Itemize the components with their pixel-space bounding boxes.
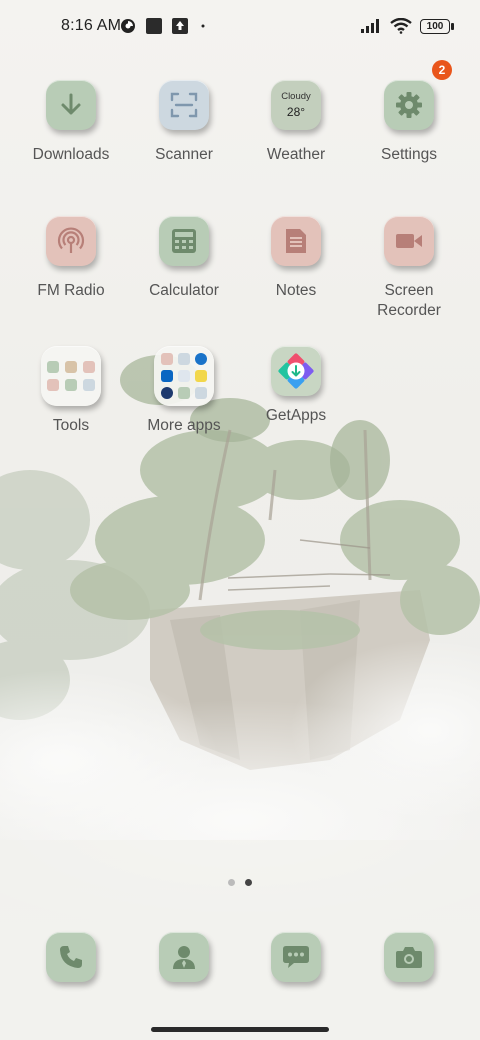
messages-icon bbox=[283, 946, 309, 968]
app-scanner[interactable]: Scanner bbox=[128, 80, 240, 165]
dock-contacts[interactable] bbox=[128, 932, 240, 982]
mini-app-icon bbox=[161, 370, 173, 382]
mini-app-icon bbox=[178, 353, 190, 365]
data-saver-icon bbox=[121, 19, 135, 33]
mini-app-icon bbox=[83, 379, 95, 391]
mini-app-icon bbox=[161, 387, 173, 399]
wifi-icon bbox=[390, 18, 412, 34]
mini-app-icon bbox=[161, 353, 173, 365]
tools-folder-tile[interactable] bbox=[41, 346, 101, 406]
app-calculator[interactable]: Calculator bbox=[128, 216, 240, 301]
page-dot-active[interactable] bbox=[245, 879, 252, 886]
getapps-tile[interactable] bbox=[271, 346, 321, 396]
dot-icon bbox=[201, 24, 205, 28]
settings-tile[interactable] bbox=[384, 80, 434, 130]
mini-app-icon bbox=[195, 370, 207, 382]
status-bar: 8:16 AM 100 bbox=[0, 0, 480, 56]
mini-app-icon bbox=[65, 361, 77, 373]
page-dot[interactable] bbox=[228, 879, 235, 886]
mini-app-icon bbox=[195, 387, 207, 399]
notes-tile[interactable] bbox=[271, 216, 321, 266]
weather-condition: Cloudy bbox=[281, 91, 311, 102]
mini-app-icon bbox=[47, 379, 59, 391]
dock-phone[interactable] bbox=[15, 932, 127, 982]
settings-notification-badge: 2 bbox=[432, 60, 452, 80]
scan-frame-icon bbox=[170, 92, 198, 118]
app-label-fm-radio: FM Radio bbox=[37, 282, 105, 299]
more-apps-folder-tile[interactable] bbox=[154, 346, 214, 406]
battery-level: 100 bbox=[426, 20, 444, 32]
phone-tile[interactable] bbox=[46, 932, 96, 982]
dock-camera[interactable] bbox=[353, 932, 465, 982]
status-right-icons: 100 bbox=[360, 18, 454, 34]
notes-icon bbox=[286, 229, 306, 253]
download-arrow-icon bbox=[61, 93, 81, 115]
weather-tile[interactable]: Cloudy 28° bbox=[271, 80, 321, 130]
mini-app-icon bbox=[83, 361, 95, 373]
weather-temperature: 28° bbox=[286, 105, 306, 119]
mini-app-icon bbox=[65, 379, 77, 391]
contacts-tile[interactable] bbox=[159, 932, 209, 982]
app-weather[interactable]: Cloudy 28° Weather bbox=[240, 80, 352, 165]
upload-icon bbox=[172, 18, 188, 34]
app-label-screen-recorder: Screen Recorder bbox=[377, 282, 441, 319]
camera-icon bbox=[396, 947, 422, 968]
app-fm-radio[interactable]: FM Radio bbox=[15, 216, 127, 301]
calculator-icon bbox=[172, 229, 196, 253]
app-label-notes: Notes bbox=[275, 282, 317, 299]
dock-messages[interactable] bbox=[240, 932, 352, 982]
signal-icon bbox=[361, 19, 379, 33]
mini-app-icon bbox=[178, 370, 190, 382]
mini-app-icon bbox=[178, 387, 190, 399]
mini-app-icon bbox=[195, 353, 207, 365]
folder-tools[interactable]: Tools bbox=[15, 346, 127, 436]
app-getapps[interactable]: GetApps bbox=[240, 346, 352, 426]
camera-tile[interactable] bbox=[384, 932, 434, 982]
status-left-icons bbox=[120, 18, 208, 34]
video-camera-icon bbox=[396, 234, 422, 248]
app-downloads[interactable]: Downloads bbox=[15, 80, 127, 165]
app-label-weather: Weather bbox=[266, 146, 326, 163]
home-gesture-bar[interactable] bbox=[151, 1027, 329, 1032]
page-indicator bbox=[228, 879, 252, 886]
app-label-scanner: Scanner bbox=[155, 146, 213, 163]
square-notification-icon bbox=[146, 18, 162, 34]
app-label-downloads: Downloads bbox=[32, 146, 110, 163]
battery-icon: 100 bbox=[420, 18, 454, 34]
contacts-icon bbox=[173, 946, 195, 969]
app-label-settings: Settings bbox=[380, 146, 437, 163]
phone-icon bbox=[60, 946, 82, 968]
messages-tile[interactable] bbox=[271, 932, 321, 982]
scanner-tile[interactable] bbox=[159, 80, 209, 130]
app-screen-recorder[interactable]: Screen Recorder bbox=[353, 216, 465, 321]
downloads-tile[interactable] bbox=[46, 80, 96, 130]
app-settings[interactable]: Settings bbox=[353, 80, 465, 165]
screen-recorder-tile[interactable] bbox=[384, 216, 434, 266]
app-label-calculator: Calculator bbox=[149, 282, 219, 299]
calculator-tile[interactable] bbox=[159, 216, 209, 266]
getapps-icon bbox=[278, 353, 314, 389]
fm-radio-tile[interactable] bbox=[46, 216, 96, 266]
status-time: 8:16 AM bbox=[61, 17, 122, 34]
gear-icon bbox=[396, 92, 422, 118]
mini-app-icon bbox=[47, 361, 59, 373]
app-label-getapps: GetApps bbox=[265, 407, 327, 424]
app-label-more-apps: More apps bbox=[147, 417, 221, 434]
app-label-tools: Tools bbox=[52, 417, 90, 434]
folder-more-apps[interactable]: More apps bbox=[128, 346, 240, 436]
app-notes[interactable]: Notes bbox=[240, 216, 352, 301]
radio-icon bbox=[57, 227, 85, 253]
